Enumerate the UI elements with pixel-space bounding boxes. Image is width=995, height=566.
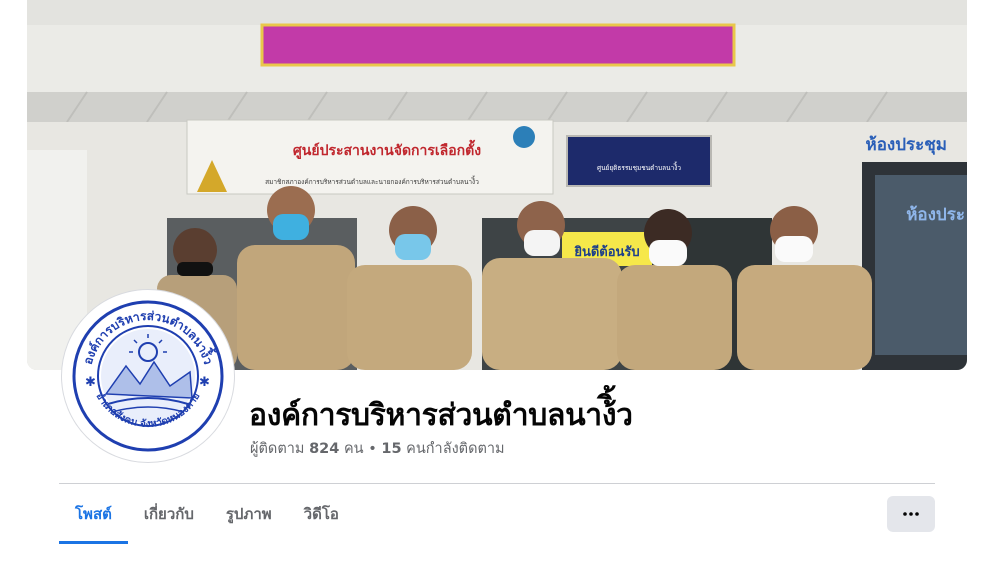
followers-label: ผู้ติดตาม: [250, 441, 305, 457]
following-label: คนกำลังติดตาม: [406, 441, 505, 457]
svg-text:✱: ✱: [85, 375, 96, 390]
tab-photos[interactable]: รูปภาพ: [210, 484, 288, 544]
svg-text:✱: ✱: [199, 375, 210, 390]
tab-label: เกี่ยวกับ: [143, 505, 194, 523]
tab-posts[interactable]: โพสต์: [59, 484, 128, 544]
following-count: 15: [381, 441, 402, 457]
tab-label: วิดีโอ: [303, 505, 339, 523]
cover-door-sign: ยินดีต้อนรับ: [574, 244, 640, 260]
tab-label: โพสต์: [75, 505, 112, 523]
page-tabs: โพสต์ เกี่ยวกับ รูปภาพ วิดีโอ: [59, 484, 355, 544]
tab-about[interactable]: เกี่ยวกับ: [128, 484, 210, 544]
page-title: องค์การบริหารส่วนตำบลนาง้ิ้ว: [249, 398, 633, 433]
followers-unit: คน: [343, 441, 364, 457]
page-avatar[interactable]: ✱ ✱ องค์การบริหารส่วนตำบลนาง้ิ้ว อำเภอสั…: [62, 290, 234, 462]
cover-door-sign-2: ห้องประ: [906, 205, 965, 225]
seal-logo: ✱ ✱ องค์การบริหารส่วนตำบลนาง้ิ้ว อำเภอสั…: [68, 296, 228, 456]
more-horizontal-icon: [903, 512, 919, 516]
separator-dot: •: [368, 441, 377, 457]
followers-summary[interactable]: ผู้ติดตาม 824 คน • 15 คนกำลังติดตาม: [250, 437, 505, 460]
more-options-button[interactable]: [887, 496, 935, 532]
cover-room-sign: ห้องประชุม: [865, 135, 947, 155]
facebook-page-header: ศูนย์ประสานงานจัดการเลือกตั้ง สมาชิกสภาอ…: [0, 0, 995, 566]
tab-videos[interactable]: วิดีโอ: [288, 484, 355, 544]
followers-count: 824: [309, 441, 340, 457]
tab-label: รูปภาพ: [225, 505, 272, 523]
